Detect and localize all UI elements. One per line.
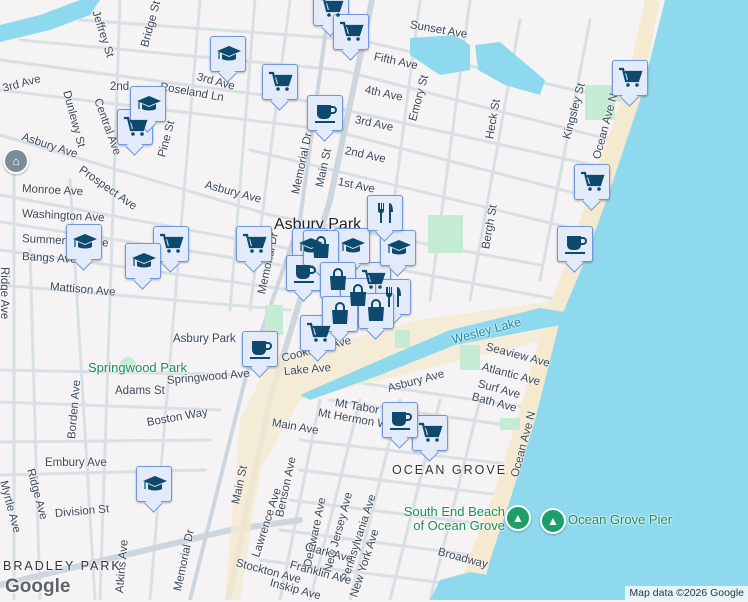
ocean-grove-pier-label: Ocean Grove Pier	[568, 512, 673, 527]
poi-marker-cup[interactable]	[242, 331, 278, 367]
shopping-cart-icon	[124, 116, 148, 136]
poi-marker-cup[interactable]	[382, 402, 418, 438]
civic-building-icon[interactable]: ⌂	[3, 148, 29, 174]
second-w-label: 2nd	[110, 81, 130, 93]
coffee-cup-icon	[315, 105, 337, 123]
graduation-cap-icon	[341, 238, 365, 253]
coffee-cup-icon	[250, 341, 272, 359]
poi-marker-cap[interactable]	[334, 228, 370, 264]
poi-marker-cap[interactable]	[66, 224, 102, 260]
ridge-ave-n-label: Ridge Ave	[0, 267, 10, 320]
park-tree-icon[interactable]: ▲	[505, 505, 531, 531]
graduation-cap-icon	[137, 96, 161, 111]
poi-marker-cap[interactable]	[380, 230, 416, 266]
shopping-cart-icon	[320, 0, 344, 17]
shopping-cart-icon	[419, 422, 443, 442]
park-square	[428, 215, 463, 253]
south-end-beach-label: South End Beach of Ocean Grove	[403, 504, 505, 533]
shopping-bag-icon	[313, 236, 329, 258]
lake-south	[430, 572, 488, 600]
shopping-cart-icon	[581, 171, 605, 191]
poi-marker-cap[interactable]	[136, 466, 172, 502]
graduation-cap-icon	[73, 234, 97, 249]
poi-marker-cart[interactable]	[574, 164, 610, 200]
coffee-cup-icon	[294, 265, 316, 283]
park-tree-icon[interactable]: ▲	[540, 508, 566, 534]
poi-marker-cart[interactable]	[236, 226, 272, 262]
poi-marker-cart[interactable]	[412, 415, 448, 451]
restaurant-icon	[378, 203, 393, 223]
shopping-cart-icon	[243, 233, 267, 253]
bradley-park-label: BRADLEY PARK	[3, 559, 122, 573]
poi-marker-cap[interactable]	[210, 36, 246, 72]
map-attribution[interactable]: Map data ©2026 Google	[625, 586, 748, 600]
google-logo: Google	[5, 576, 71, 597]
shopping-cart-icon	[160, 233, 184, 253]
springwood-park-label: Springwood Park	[88, 360, 187, 375]
shopping-bag-icon	[368, 299, 384, 321]
shopping-cart-icon	[619, 67, 643, 87]
poi-marker-bag[interactable]	[303, 230, 339, 266]
poi-marker-bag[interactable]	[358, 293, 394, 329]
asbury-park-s-label: Asbury Park	[173, 333, 236, 345]
ocean-grove-label: OCEAN GROVE	[392, 463, 508, 477]
poi-marker-cart[interactable]	[153, 226, 189, 262]
poi-marker-bag[interactable]	[322, 296, 358, 332]
park-og	[460, 345, 480, 370]
sunset-lake	[410, 35, 545, 95]
park-lake	[395, 330, 410, 348]
poi-marker-cart[interactable]	[333, 14, 369, 50]
shopping-cart-icon	[269, 71, 293, 91]
graduation-cap-icon	[387, 240, 411, 255]
adams-st-label: Adams St	[115, 385, 165, 397]
poi-marker-fork[interactable]	[367, 195, 403, 231]
coffee-cup-icon	[565, 236, 587, 254]
poi-marker-cap[interactable]	[130, 86, 166, 122]
embury-ave-label: Embury Ave	[45, 457, 107, 469]
park-og2	[500, 418, 520, 430]
poi-marker-cart[interactable]	[612, 60, 648, 96]
coffee-cup-icon	[390, 412, 412, 430]
shopping-bag-icon	[332, 302, 348, 324]
poi-marker-cup[interactable]	[557, 226, 593, 262]
poi-marker-cup[interactable]	[307, 95, 343, 131]
graduation-cap-icon	[132, 253, 156, 268]
graduation-cap-icon	[217, 46, 241, 61]
shopping-cart-icon	[340, 21, 364, 41]
graduation-cap-icon	[143, 476, 167, 491]
poi-marker-cap[interactable]	[125, 243, 161, 279]
poi-marker-cart[interactable]	[262, 64, 298, 100]
